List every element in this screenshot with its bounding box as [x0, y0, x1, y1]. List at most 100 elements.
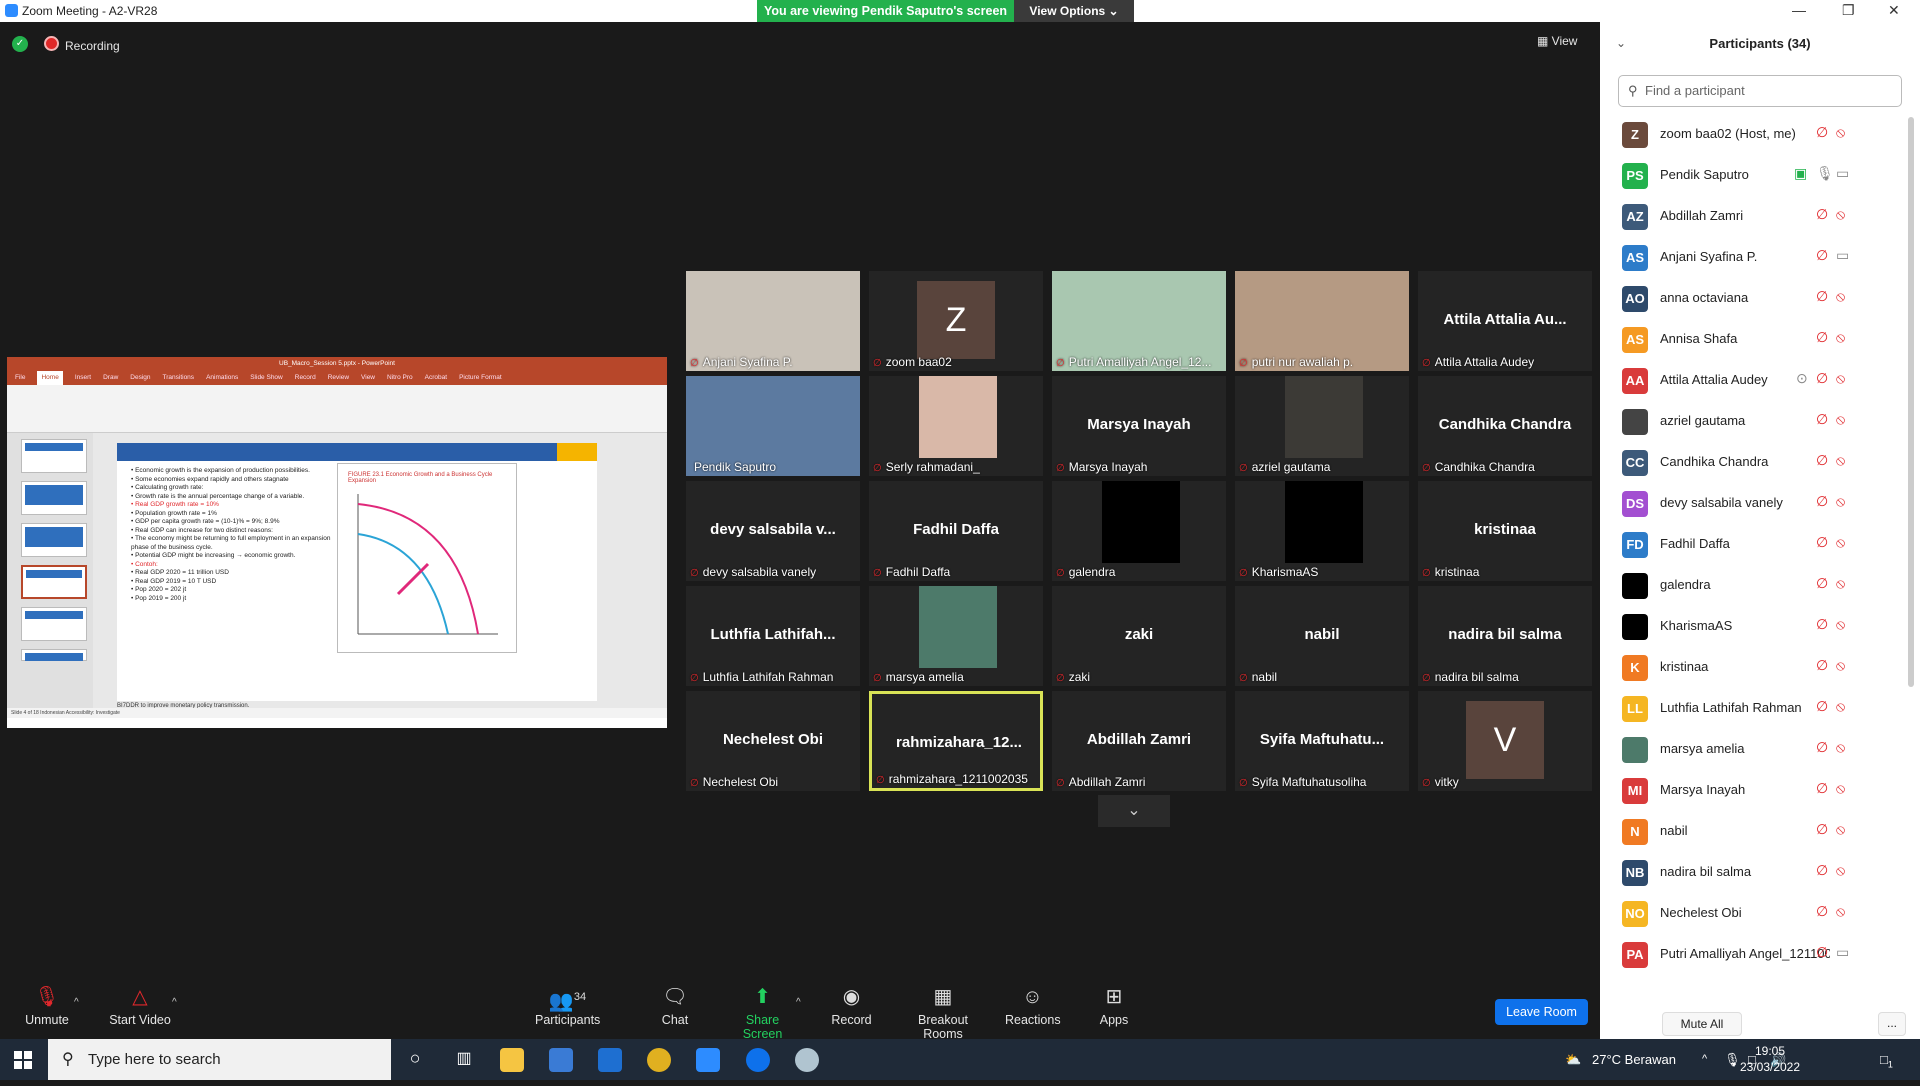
participant-row[interactable]: KharismaAS ∅ ⦸: [1600, 606, 1906, 647]
video-tile[interactable]: Marsya Inayah Marsya Inayah: [1052, 376, 1226, 476]
record-button[interactable]: ◉ Record: [829, 985, 874, 1027]
video-tile[interactable]: galendra: [1052, 481, 1226, 581]
mic-muted-icon[interactable]: ∅: [1816, 124, 1828, 141]
start-video-button[interactable]: △ Start Video: [105, 985, 175, 1027]
participant-row[interactable]: AA Attila Attalia Audey ⊙ ∅ ⦸: [1600, 360, 1906, 401]
video-tile[interactable]: Luthfia Lathifah... Luthfia Lathifah Rahm…: [686, 586, 860, 686]
mic-muted-icon[interactable]: ∅: [1816, 903, 1828, 920]
video-tile[interactable]: Pendik Saputro: [686, 376, 860, 476]
participant-row[interactable]: galendra ∅ ⦸: [1600, 565, 1906, 606]
store-icon[interactable]: [549, 1048, 573, 1072]
video-off-icon[interactable]: ⦸: [1836, 780, 1845, 797]
video-off-icon[interactable]: ⦸: [1836, 288, 1845, 305]
video-tile[interactable]: Attila Attalia Au... Attila Attalia Audey: [1418, 271, 1592, 371]
video-off-icon[interactable]: ⦸: [1836, 698, 1845, 715]
video-off-icon[interactable]: ⦸: [1836, 616, 1845, 633]
gallery-next-page-button[interactable]: ⌄: [1098, 795, 1170, 827]
mic-muted-icon[interactable]: ∅: [1816, 452, 1828, 469]
more-options-button[interactable]: ...: [1878, 1012, 1906, 1036]
participant-row[interactable]: NO Nechelest Obi ∅ ⦸: [1600, 893, 1906, 934]
chat-button[interactable]: 🗨 Chat: [655, 985, 695, 1027]
video-tile[interactable]: azriel gautama: [1235, 376, 1409, 476]
video-tile[interactable]: zaki zaki: [1052, 586, 1226, 686]
video-tile[interactable]: rahmizahara_12... rahmizahara_1211002035: [869, 691, 1043, 791]
video-tile[interactable]: Syifa Maftuhatu... Syifa Maftuhatusoliha: [1235, 691, 1409, 791]
security-shield-icon[interactable]: ✓: [12, 36, 28, 52]
participant-row[interactable]: AZ Abdillah Zamri ∅ ⦸: [1600, 196, 1906, 237]
participant-row[interactable]: CC Candhika Chandra ∅ ⦸: [1600, 442, 1906, 483]
zoom-taskbar-icon[interactable]: [696, 1048, 720, 1072]
minimize-icon[interactable]: —: [1792, 2, 1806, 18]
video-tile[interactable]: marsya amelia: [869, 586, 1043, 686]
participant-row[interactable]: AS Anjani Syafina P. ∅ ▭: [1600, 237, 1906, 278]
mic-muted-icon[interactable]: ∅: [1816, 370, 1828, 387]
video-tile[interactable]: Serly rahmadani_: [869, 376, 1043, 476]
video-tile[interactable]: Anjani Syafina P.: [686, 271, 860, 371]
participant-row[interactable]: LL Luthfia Lathifah Rahman ∅ ⦸: [1600, 688, 1906, 729]
video-options-chevron-icon[interactable]: ^: [172, 997, 177, 1008]
mic-muted-icon[interactable]: ∅: [1816, 247, 1828, 264]
video-off-icon[interactable]: ⦸: [1836, 493, 1845, 510]
video-tile[interactable]: Candhika Chandra Candhika Chandra: [1418, 376, 1592, 476]
windows-start-icon[interactable]: [14, 1051, 32, 1069]
participant-row[interactable]: AO anna octaviana ∅ ⦸: [1600, 278, 1906, 319]
close-icon[interactable]: ✕: [1888, 2, 1900, 19]
mic-icon[interactable]: 🎙: [1816, 165, 1834, 182]
video-off-icon[interactable]: ⦸: [1836, 862, 1845, 879]
participant-row[interactable]: Zzoom baa02 (Host, me) ∅ ⦸: [1600, 114, 1906, 155]
video-off-icon[interactable]: ⦸: [1836, 329, 1845, 346]
mic-muted-icon[interactable]: ∅: [1816, 411, 1828, 428]
video-off-icon[interactable]: ⦸: [1836, 411, 1845, 428]
apps-button[interactable]: ⊞ Apps: [1097, 985, 1131, 1027]
video-off-icon[interactable]: ⦸: [1836, 370, 1845, 387]
participant-row[interactable]: AS Annisa Shafa ∅ ⦸: [1600, 319, 1906, 360]
video-off-icon[interactable]: ⦸: [1836, 575, 1845, 592]
video-tile[interactable]: KharismaAS: [1235, 481, 1409, 581]
app-icon[interactable]: [795, 1048, 819, 1072]
file-explorer-icon[interactable]: [500, 1048, 524, 1072]
cortana-icon[interactable]: ○: [403, 1048, 427, 1072]
mic-muted-icon[interactable]: ∅: [1816, 575, 1828, 592]
video-off-icon[interactable]: ⦸: [1836, 657, 1845, 674]
participant-row[interactable]: marsya amelia ∅ ⦸: [1600, 729, 1906, 770]
video-off-icon[interactable]: ⦸: [1836, 206, 1845, 223]
audio-options-chevron-icon[interactable]: ^: [74, 997, 79, 1008]
video-tile[interactable]: kristinaa kristinaa: [1418, 481, 1592, 581]
participant-row[interactable]: DS devy salsabila vanely ∅ ⦸: [1600, 483, 1906, 524]
video-tile[interactable]: nabil nabil: [1235, 586, 1409, 686]
mute-all-button[interactable]: Mute All: [1662, 1012, 1742, 1036]
mic-muted-icon[interactable]: ∅: [1816, 493, 1828, 510]
mic-muted-icon[interactable]: ∅: [1816, 288, 1828, 305]
mic-muted-icon[interactable]: ∅: [1816, 657, 1828, 674]
video-tile[interactable]: Nechelest Obi Nechelest Obi: [686, 691, 860, 791]
video-tile[interactable]: Zzoom baa02: [869, 271, 1043, 371]
mic-muted-icon[interactable]: ∅: [1816, 534, 1828, 551]
video-tile[interactable]: Vvitky: [1418, 691, 1592, 791]
weather-icon[interactable]: ⛅: [1565, 1039, 1581, 1080]
chrome-icon[interactable]: [647, 1048, 671, 1072]
taskbar-search-input[interactable]: Type here to search: [48, 1039, 391, 1080]
video-off-icon[interactable]: ⦸: [1836, 452, 1845, 469]
video-off-icon[interactable]: ⦸: [1836, 903, 1845, 920]
mic-muted-icon[interactable]: ∅: [1816, 944, 1828, 961]
video-off-icon[interactable]: ⦸: [1836, 739, 1845, 756]
breakout-rooms-button[interactable]: ▦ Breakout Rooms: [898, 985, 988, 1041]
video-off-icon[interactable]: ⦸: [1836, 124, 1845, 141]
mic-muted-icon[interactable]: ∅: [1816, 329, 1828, 346]
recording-indicator[interactable]: Recording: [44, 36, 120, 53]
find-participant-input[interactable]: Find a participant: [1618, 75, 1902, 107]
task-view-icon[interactable]: ▥: [452, 1048, 476, 1072]
participant-list-scrollbar[interactable]: [1908, 117, 1914, 687]
participant-row[interactable]: FD Fadhil Daffa ∅ ⦸: [1600, 524, 1906, 565]
video-tile[interactable]: Fadhil Daffa Fadhil Daffa: [869, 481, 1043, 581]
participant-row[interactable]: NB nadira bil salma ∅ ⦸: [1600, 852, 1906, 893]
video-off-icon[interactable]: ⦸: [1836, 534, 1845, 551]
participant-row[interactable]: Nnabil ∅ ⦸: [1600, 811, 1906, 852]
teamviewer-icon[interactable]: [746, 1048, 770, 1072]
video-tile[interactable]: nadira bil salma nadira bil salma: [1418, 586, 1592, 686]
participants-button[interactable]: 👥34 Participants: [535, 985, 600, 1027]
mail-icon[interactable]: [598, 1048, 622, 1072]
mic-muted-icon[interactable]: ∅: [1816, 780, 1828, 797]
leave-room-button[interactable]: Leave Room: [1495, 999, 1588, 1025]
restore-icon[interactable]: ❐: [1842, 2, 1855, 19]
